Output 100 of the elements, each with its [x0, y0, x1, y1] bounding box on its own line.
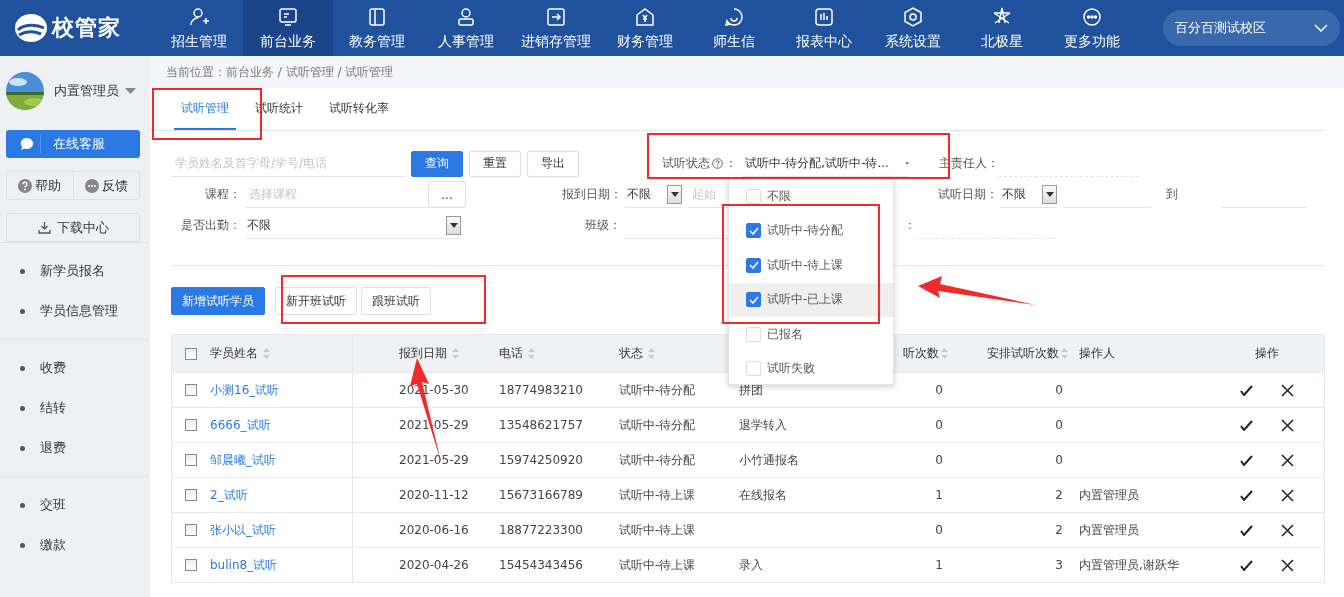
bullet-icon	[20, 445, 25, 451]
online-service-button[interactable]: 在线客服	[6, 130, 140, 158]
table-cell: 1	[935, 558, 943, 572]
chat-bubble-icon	[723, 5, 746, 28]
campus-selector[interactable]: 百分百测试校区	[1163, 10, 1340, 46]
checkbox[interactable]	[746, 257, 761, 273]
nav-tab[interactable]: 财务管理	[600, 0, 690, 56]
help-icon	[712, 158, 723, 169]
close-icon[interactable]	[1280, 418, 1294, 432]
nav-tab[interactable]: 招生管理	[153, 0, 244, 56]
close-icon[interactable]	[1280, 558, 1294, 572]
column-header: 安排试听次数	[987, 345, 1059, 362]
action-button[interactable]: 重置	[469, 150, 521, 177]
sidebar-item[interactable]: 学员信息管理	[0, 291, 150, 331]
user-name[interactable]: 内置管理员	[54, 82, 119, 100]
sidebar-item[interactable]: 退费	[0, 428, 150, 468]
checkbox[interactable]	[185, 524, 197, 536]
caret-icon[interactable]	[125, 88, 136, 94]
attendance-select[interactable]: 不限	[245, 212, 461, 239]
help-button[interactable]: 帮助	[7, 172, 73, 199]
menu-option[interactable]: 试听中-待分配	[729, 213, 893, 248]
toolbar-button[interactable]: 跟班试听	[361, 287, 431, 315]
table-cell: 试听中-待上课	[619, 521, 696, 539]
table-cell: 18774983210	[499, 383, 583, 397]
sidebar-item[interactable]: 交班	[0, 485, 150, 525]
nav-tab[interactable]: 报表中心	[779, 0, 869, 56]
table-cell: 0	[935, 523, 943, 537]
checkbox[interactable]	[185, 559, 197, 571]
nav-tab[interactable]: 人事管理	[421, 0, 512, 56]
nav-tab[interactable]: 前台业务	[243, 0, 333, 56]
bullet-icon	[20, 405, 25, 411]
table-cell: 2020-04-26	[399, 558, 469, 572]
table-cell: 2020-06-16	[399, 523, 469, 537]
checkbox[interactable]	[746, 292, 761, 308]
nav-tab[interactable]: 师生信	[689, 0, 779, 56]
nav-tab[interactable]: 系统设置	[868, 0, 958, 56]
checkbox[interactable]	[185, 347, 197, 360]
check-icon[interactable]	[1239, 489, 1253, 501]
close-icon[interactable]	[1280, 453, 1294, 467]
sidebar-item[interactable]: 收费	[0, 348, 150, 388]
tab[interactable]: 试听管理	[174, 88, 236, 130]
table-cell: 0	[935, 418, 943, 432]
checkbox[interactable]	[185, 454, 197, 466]
student-link[interactable]: bulin8_试听	[210, 556, 278, 574]
close-icon[interactable]	[1280, 383, 1294, 397]
check-icon[interactable]	[1239, 559, 1253, 571]
nav-tab[interactable]: 更多功能	[1046, 0, 1137, 56]
table-cell: 内置管理员	[1079, 521, 1139, 539]
nav-tab[interactable]: 教务管理	[332, 0, 422, 56]
student-link[interactable]: 6666_试听	[210, 416, 271, 434]
menu-option[interactable]: 试听中-已上课	[729, 282, 893, 317]
close-icon[interactable]	[1280, 488, 1294, 502]
student-link[interactable]: 张小以_试听	[210, 521, 276, 539]
download-center-button[interactable]: 下载中心	[6, 213, 140, 242]
hexagon-icon	[901, 5, 924, 28]
sidebar-item[interactable]: 结转	[0, 388, 150, 428]
toolbar-button[interactable]: 新开班试听	[275, 287, 357, 315]
check-icon[interactable]	[1239, 419, 1253, 431]
close-icon[interactable]	[1280, 523, 1294, 537]
student-link[interactable]: 小测16_试听	[210, 381, 280, 399]
checkbox[interactable]	[185, 419, 197, 431]
table-cell: 试听中-待分配	[619, 451, 696, 469]
table-cell: 0	[1055, 453, 1063, 467]
menu-option[interactable]: 试听中-待上课	[729, 248, 893, 283]
arrow-box-icon	[544, 5, 567, 28]
bullet-icon	[20, 502, 25, 508]
tab[interactable]: 试听转化率	[322, 88, 396, 130]
nav-tab[interactable]: 北极星	[957, 0, 1047, 56]
date-mode-select[interactable]: 不限	[625, 181, 682, 208]
table-cell: 15974250920	[499, 453, 583, 467]
feedback-button[interactable]: 反馈	[72, 172, 139, 199]
table-cell: 2021-05-29	[399, 453, 469, 467]
checkbox[interactable]	[746, 223, 761, 239]
nav-tab[interactable]: 进销存管理	[511, 0, 601, 56]
check-icon[interactable]	[1239, 454, 1253, 466]
check-icon[interactable]	[1239, 524, 1253, 536]
student-link[interactable]: 邹晨曦_试听	[210, 451, 276, 469]
check-icon[interactable]	[1239, 384, 1253, 396]
menu-option[interactable]: 已报名	[729, 317, 893, 352]
action-button[interactable]: 导出	[527, 150, 579, 177]
student-link[interactable]: 2_试听	[210, 486, 248, 504]
table-cell: 0	[935, 453, 943, 467]
date-mode-select[interactable]: 不限	[1000, 181, 1057, 208]
checkbox[interactable]	[185, 384, 197, 396]
bar-chart-icon	[812, 5, 835, 28]
browse-button[interactable]: ...	[428, 181, 466, 208]
checkbox[interactable]	[185, 489, 197, 501]
status-select[interactable]: 试听中-待分配,试听中-待...	[743, 150, 909, 177]
column-header: 电话	[499, 345, 523, 362]
table-cell: 0	[1055, 418, 1063, 432]
toolbar-button[interactable]: 新增试听学员	[171, 287, 265, 315]
action-button[interactable]: 查询	[411, 150, 463, 177]
sidebar-item[interactable]: 新学员报名	[0, 251, 150, 291]
sidebar-item[interactable]: 缴款	[0, 525, 150, 565]
menu-option[interactable]: 不限	[729, 179, 893, 214]
column-header: 状态	[619, 345, 643, 362]
column-header: 学员姓名	[210, 345, 258, 362]
bullet-icon	[20, 268, 25, 274]
table-cell: 2	[1055, 523, 1063, 537]
field-label: 课程：	[204, 186, 241, 203]
